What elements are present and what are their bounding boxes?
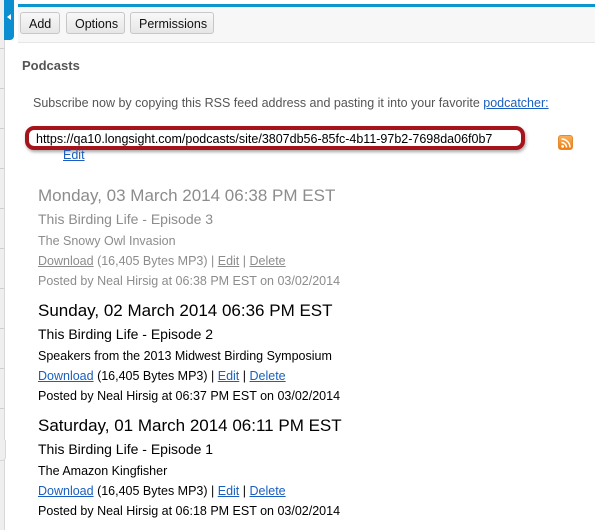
collapse-sidebar-button[interactable] [4,0,14,40]
options-button[interactable]: Options [66,12,125,34]
podcast-actions: Download (16,405 Bytes MP3) | Edit | Del… [38,252,340,270]
feed-url-highlight: https://qa10.longsight.com/podcasts/site… [25,126,525,150]
divider [0,248,4,249]
caret-left-icon [7,14,11,20]
file-info: (16,405 Bytes MP3) | [93,254,218,268]
podcast-actions: Download (16,405 Bytes MP3) | Edit | Del… [38,367,340,385]
toolbar: Add Options Permissions [18,4,595,43]
podcast-entry: Sunday, 02 March 2014 06:36 PM EST This … [38,301,340,405]
separator: | [239,484,250,498]
divider [0,48,4,49]
feed-edit-link[interactable]: Edit [63,148,85,162]
permissions-button[interactable]: Permissions [130,12,214,34]
download-link[interactable]: Download [38,369,94,383]
edit-link[interactable]: Edit [218,484,240,498]
posted-by: Posted by Neal Hirsig at 06:37 PM EST on… [38,389,341,403]
divider [0,168,4,169]
podcast-entry: Saturday, 01 March 2014 06:11 PM EST Thi… [38,416,342,520]
sidebar-end [0,440,6,461]
divider [0,88,4,89]
subscribe-instructions: Subscribe now by copying this RSS feed a… [33,96,549,110]
podcast-description: The Amazon Kingfisher [38,464,168,478]
divider [0,288,4,289]
delete-link[interactable]: Delete [249,369,285,383]
separator: | [239,254,250,268]
divider [0,368,4,369]
podcast-title: This Birding Life - Episode 2 [38,326,214,342]
divider [0,408,4,409]
podcast-title: This Birding Life - Episode 3 [38,211,214,227]
posted-by: Posted by Neal Hirsig at 06:38 PM EST on… [38,274,341,288]
podcatcher-link[interactable]: podcatcher: [483,96,548,110]
file-info: (16,405 Bytes MP3) | [93,484,218,498]
rss-feed-icon[interactable] [558,135,573,150]
podcast-description: Speakers from the 2013 Midwest Birding S… [38,349,332,363]
subscribe-text: Subscribe now by copying this RSS feed a… [33,96,484,110]
file-info: (16,405 Bytes MP3) | [93,369,218,383]
posted-by: Posted by Neal Hirsig at 06:18 PM EST on… [38,504,341,518]
podcast-date: Saturday, 01 March 2014 06:11 PM EST [38,416,342,435]
podcast-description: The Snowy Owl Invasion [38,234,176,248]
podcast-entry: Monday, 03 March 2014 06:38 PM EST This … [38,186,340,290]
edit-link[interactable]: Edit [218,369,240,383]
add-button[interactable]: Add [20,12,60,34]
download-link[interactable]: Download [38,484,94,498]
separator: | [239,369,250,383]
divider [0,128,4,129]
left-sidebar-strip [0,0,6,530]
delete-link[interactable]: Delete [249,484,285,498]
podcast-actions: Download (16,405 Bytes MP3) | Edit | Del… [38,482,342,500]
podcast-date: Sunday, 02 March 2014 06:36 PM EST [38,301,333,320]
page-title: Podcasts [22,58,80,73]
edit-link[interactable]: Edit [218,254,240,268]
divider [0,208,4,209]
download-link[interactable]: Download [38,254,94,268]
podcast-date: Monday, 03 March 2014 06:38 PM EST [38,186,336,205]
podcast-title: This Birding Life - Episode 1 [38,441,214,457]
feed-url-field[interactable]: https://qa10.longsight.com/podcasts/site… [36,132,492,146]
divider [0,328,4,329]
delete-link[interactable]: Delete [249,254,285,268]
